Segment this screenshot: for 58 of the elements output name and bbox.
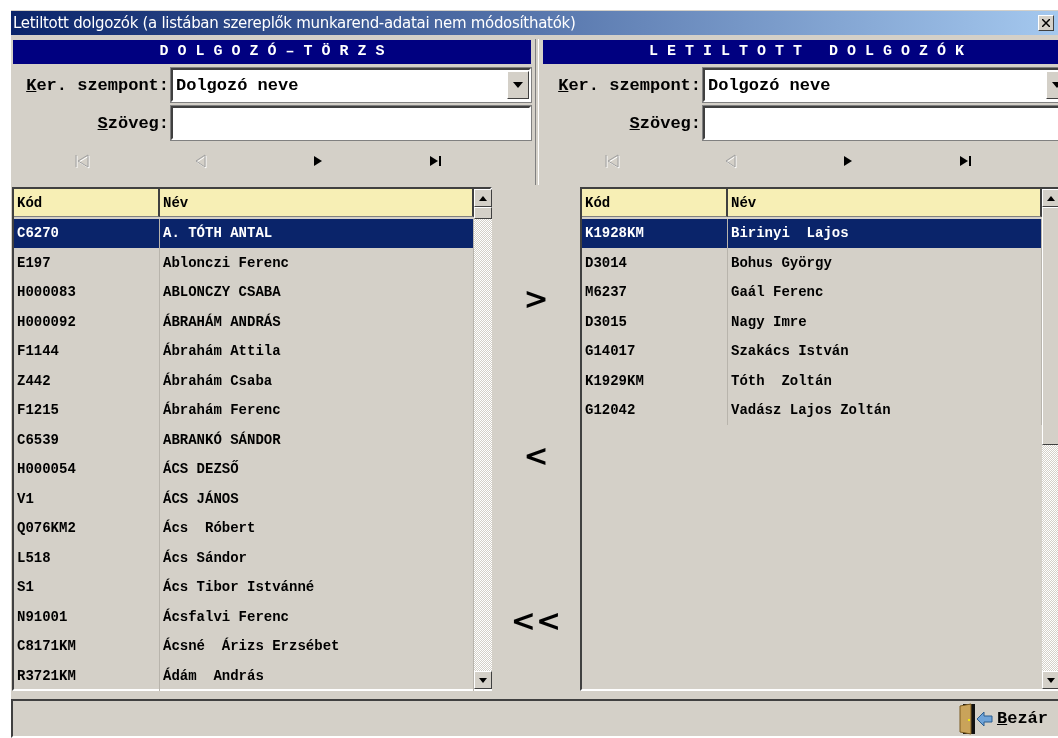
code-cell[interactable]: E197 xyxy=(14,248,160,278)
panel-header: L E T I L T O T T D O L G O Z Ó K xyxy=(543,40,1058,64)
code-cell[interactable]: L518 xyxy=(14,543,160,573)
search-criteria-dropdown[interactable]: Dolgozó neve xyxy=(703,68,1058,102)
transfer-button[interactable]: > xyxy=(521,281,551,317)
search-text-field[interactable] xyxy=(171,106,531,140)
scroll-up-button[interactable] xyxy=(474,189,492,207)
name-cell[interactable]: A. TÓTH ANTAL xyxy=(160,218,474,248)
column-header[interactable]: Név xyxy=(160,189,474,217)
search-criteria-dropdown[interactable]: Dolgozó neve xyxy=(171,68,531,102)
scroll-up-button[interactable] xyxy=(1042,189,1058,207)
exit-door-icon xyxy=(958,702,994,735)
name-cell[interactable]: Birinyi Lajos xyxy=(728,218,1042,248)
code-cell[interactable]: F1215 xyxy=(14,395,160,425)
code-cell[interactable]: V1 xyxy=(14,484,160,514)
window-title: Letiltott dolgozók (a listában szereplők munkarend-adatai nem módosíthatók) xyxy=(13,14,577,32)
up-arrow-icon[interactable] xyxy=(1047,195,1055,201)
code-cell[interactable]: N91001 xyxy=(14,602,160,632)
close-button[interactable]: Bezár xyxy=(958,702,1048,735)
code-cell[interactable]: G14017 xyxy=(582,336,728,366)
last-record-icon[interactable] xyxy=(958,153,974,169)
close-icon[interactable] xyxy=(1038,15,1054,31)
code-cell[interactable]: Z442 xyxy=(14,366,160,396)
code-cell[interactable]: H000054 xyxy=(14,454,160,484)
code-cell[interactable]: G12042 xyxy=(582,395,728,425)
code-cell[interactable]: C6539 xyxy=(14,425,160,455)
transfer-button[interactable]: < xyxy=(521,438,551,474)
scroll-down-button[interactable] xyxy=(1042,671,1058,689)
code-cell[interactable]: D3015 xyxy=(582,307,728,337)
column-header[interactable]: Név xyxy=(728,189,1042,217)
code-cell[interactable]: F1144 xyxy=(14,336,160,366)
scroll-down-button[interactable] xyxy=(474,671,492,689)
code-cell[interactable]: C6270 xyxy=(14,218,160,248)
scrollbar-thumb[interactable] xyxy=(474,207,492,219)
transfer-button[interactable]: << xyxy=(508,603,564,639)
scrollbar-thumb[interactable] xyxy=(1042,207,1058,445)
code-cell[interactable]: H000092 xyxy=(14,307,160,337)
search-text-field[interactable] xyxy=(703,106,1058,140)
code-cell[interactable]: K1928KM xyxy=(582,218,728,248)
panel-header: D O L G O Z Ó – T Ö R Z S xyxy=(13,40,531,64)
field-label: Szöveg: xyxy=(628,113,702,133)
column-header[interactable]: Kód xyxy=(14,189,160,217)
code-cell[interactable]: C8171KM xyxy=(14,631,160,661)
code-cell[interactable]: Q076KM2 xyxy=(14,513,160,543)
code-cell[interactable]: K1929KM xyxy=(582,366,728,396)
field-label: Ker. szempont: xyxy=(557,75,702,95)
column-header[interactable]: Kód xyxy=(582,189,728,217)
down-arrow-icon[interactable] xyxy=(479,677,487,683)
field-label: Szöveg: xyxy=(96,113,170,133)
code-cell[interactable]: S1 xyxy=(14,572,160,602)
up-arrow-icon[interactable] xyxy=(479,195,487,201)
down-arrow-icon[interactable] xyxy=(1047,677,1055,683)
field-label: Ker. szempont: xyxy=(25,75,170,95)
last-record-icon[interactable] xyxy=(428,153,444,169)
code-cell[interactable]: D3014 xyxy=(582,248,728,278)
code-cell[interactable]: R3721KM xyxy=(14,661,160,691)
code-cell[interactable]: H000083 xyxy=(14,277,160,307)
code-cell[interactable]: M6237 xyxy=(582,277,728,307)
